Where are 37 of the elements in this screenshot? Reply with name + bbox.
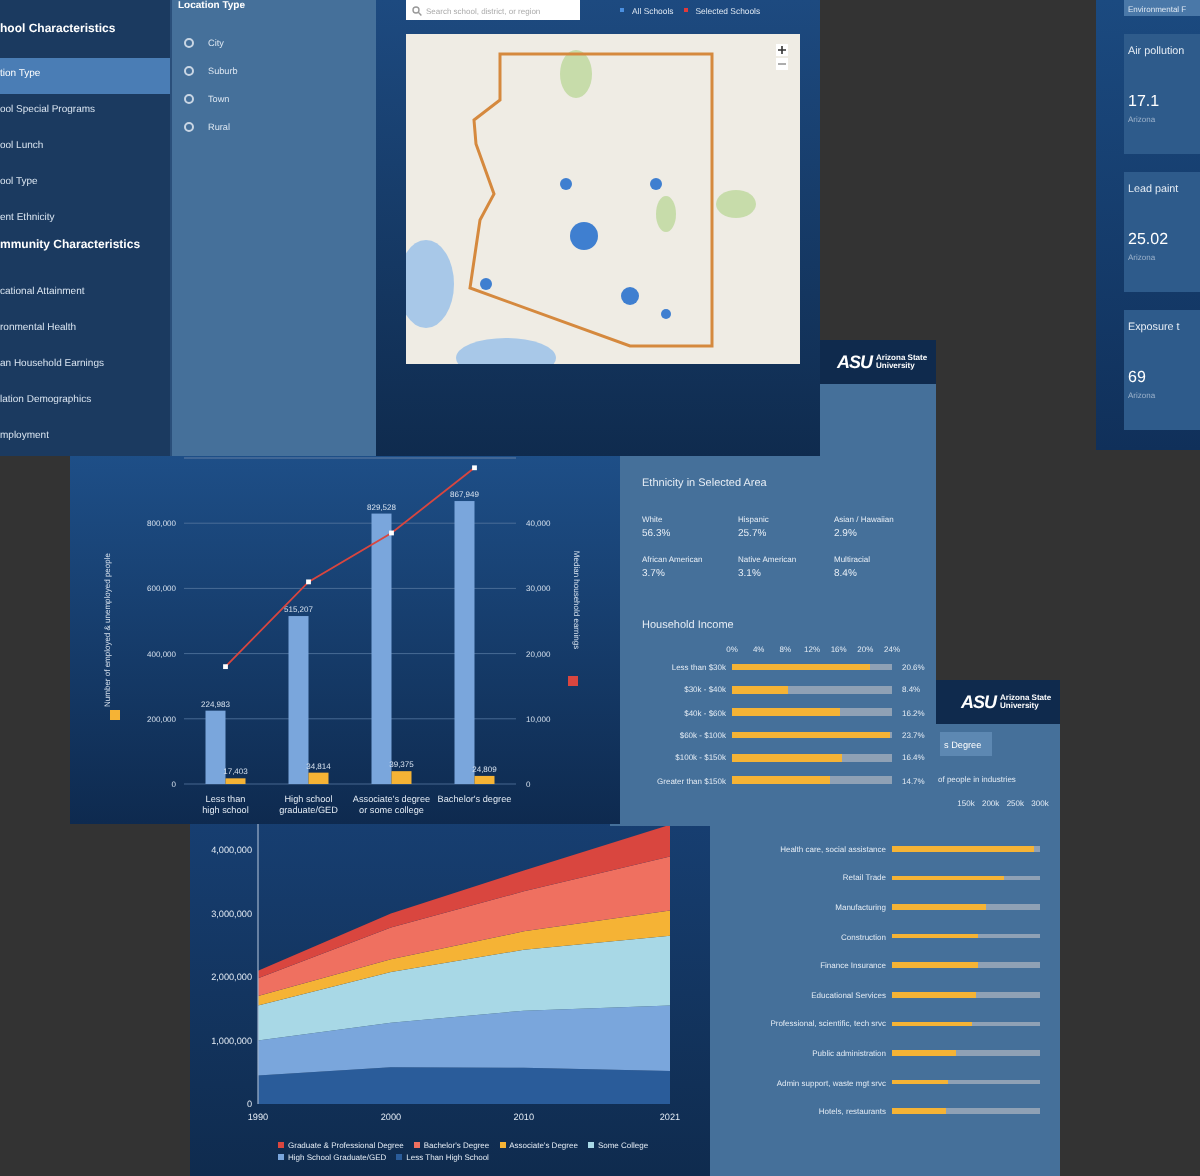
bar xyxy=(732,754,842,762)
card-value: 17.1 xyxy=(1128,92,1162,110)
bar xyxy=(732,776,830,784)
bar xyxy=(732,686,788,694)
bar xyxy=(892,875,1004,881)
line-point xyxy=(472,465,477,471)
search-icon xyxy=(412,5,422,15)
legend-swatch xyxy=(587,1142,594,1148)
university-logo: ASU xyxy=(960,692,996,712)
legend-swatch xyxy=(110,710,120,720)
radio-button[interactable] xyxy=(184,37,194,47)
line-point xyxy=(223,664,228,670)
plus-icon xyxy=(778,46,786,54)
legend-swatch xyxy=(499,1142,506,1148)
card-value: 25.02 xyxy=(1128,230,1171,248)
bar xyxy=(892,1021,972,1027)
radio-button[interactable] xyxy=(184,121,194,131)
legend-swatch xyxy=(413,1142,420,1148)
bar xyxy=(892,933,979,939)
legend-swatch xyxy=(278,1154,284,1160)
legend-swatch xyxy=(568,676,578,686)
legend-swatch xyxy=(278,1142,284,1148)
bar xyxy=(892,1079,949,1085)
bar xyxy=(732,708,840,716)
minus-icon xyxy=(778,59,786,67)
bar xyxy=(892,962,978,968)
radio-button[interactable] xyxy=(184,93,194,103)
bar xyxy=(892,992,976,998)
radio-button[interactable] xyxy=(184,65,194,75)
bar xyxy=(892,1050,957,1056)
bar xyxy=(892,1108,946,1114)
card-value: 69 xyxy=(1128,368,1148,386)
university-logo: ASU xyxy=(836,352,872,372)
legend-swatch xyxy=(396,1154,403,1160)
bar xyxy=(892,904,986,910)
zoom-in-button[interactable] xyxy=(776,44,788,56)
line-point xyxy=(306,579,311,585)
